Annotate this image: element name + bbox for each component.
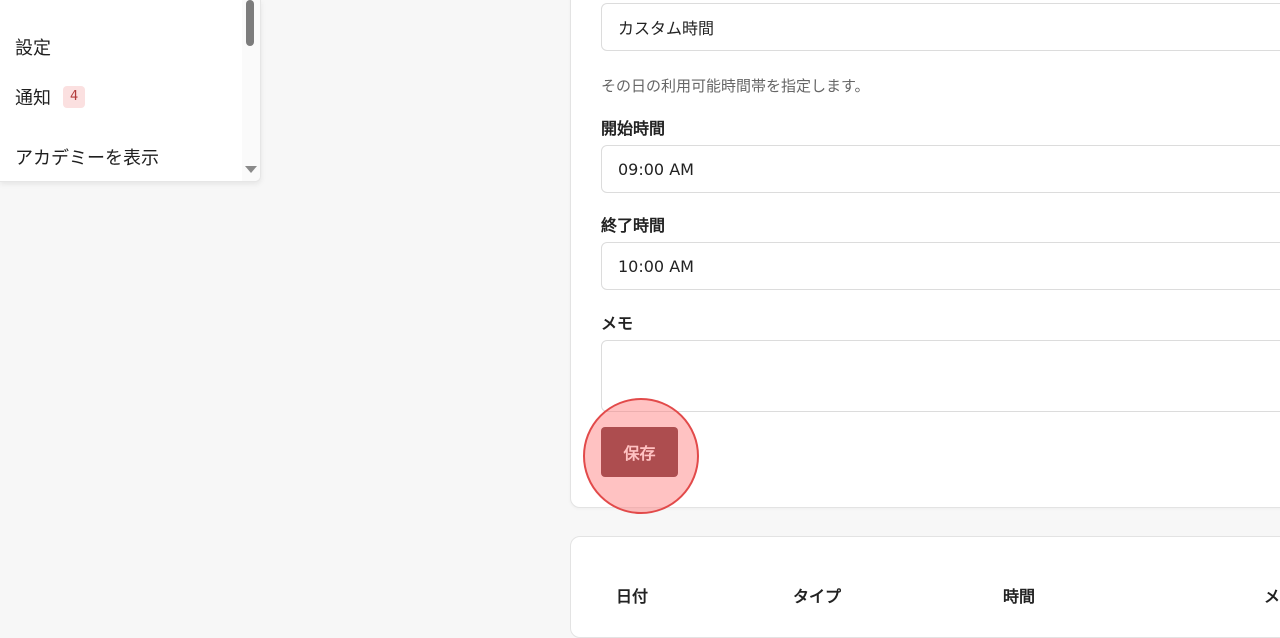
end-time-value: 10:00 AM xyxy=(618,256,694,276)
time-type-select[interactable]: カスタム時間 xyxy=(601,3,1280,51)
table-header-memo: メ xyxy=(1264,587,1280,606)
end-time-label: 終了時間 xyxy=(601,216,666,235)
sidebar-menu: 設定 通知 4 アカデミーを表示 xyxy=(0,0,261,182)
scrollbar[interactable] xyxy=(242,0,260,181)
notification-count-badge: 4 xyxy=(63,86,86,108)
sidebar-item-label: アカデミーを表示 xyxy=(15,148,159,169)
availability-table: 日付 タイプ 時間 メ xyxy=(570,536,1280,638)
start-time-value: 09:00 AM xyxy=(618,159,694,179)
save-button[interactable]: 保存 xyxy=(601,427,678,477)
start-time-label: 開始時間 xyxy=(601,119,666,138)
end-time-field[interactable]: 10:00 AM xyxy=(601,242,1280,290)
scrollbar-thumb[interactable] xyxy=(246,0,254,46)
memo-textarea[interactable] xyxy=(601,340,1280,412)
sidebar-item-notifications[interactable]: 通知 4 xyxy=(15,84,86,110)
scroll-down-icon[interactable] xyxy=(245,166,257,173)
sidebar-item-label: 通知 xyxy=(15,88,51,109)
memo-label: メモ xyxy=(601,314,634,333)
table-header-time: 時間 xyxy=(1003,587,1036,606)
sidebar-item-label: 設定 xyxy=(15,38,51,59)
availability-form-card: カスタム時間 その日の利用可能時間帯を指定します。 開始時間 09:00 AM … xyxy=(570,0,1280,508)
table-header-date: 日付 xyxy=(616,587,649,606)
table-header-type: タイプ xyxy=(793,587,842,606)
start-time-field[interactable]: 09:00 AM xyxy=(601,145,1280,193)
sidebar-item-settings[interactable]: 設定 xyxy=(15,34,51,60)
time-type-help-text: その日の利用可能時間帯を指定します。 xyxy=(601,77,870,95)
time-type-value: カスタム時間 xyxy=(618,19,715,38)
sidebar-item-academy[interactable]: アカデミーを表示 xyxy=(15,144,159,170)
